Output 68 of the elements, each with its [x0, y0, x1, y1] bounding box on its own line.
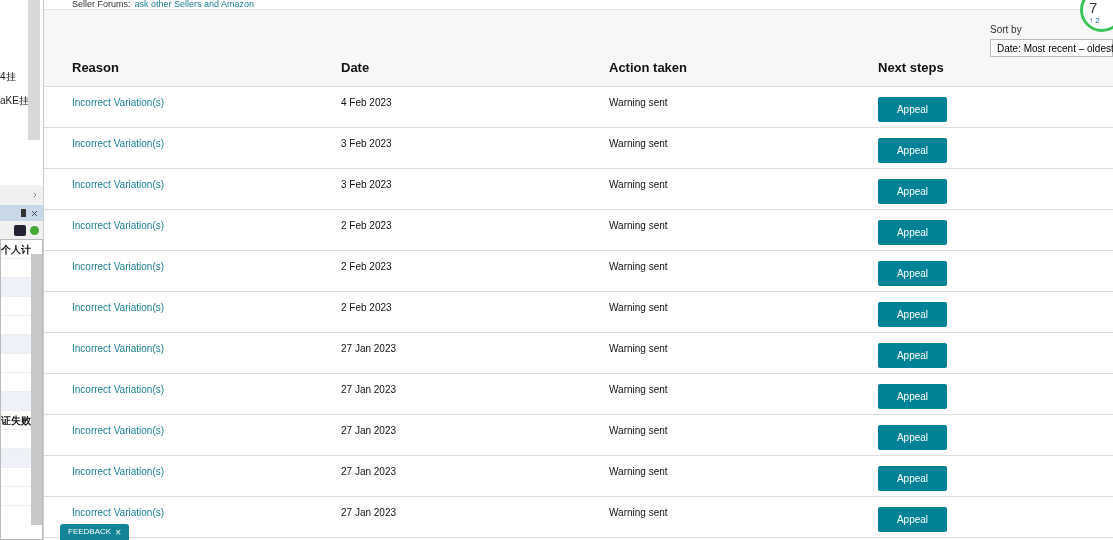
action-cell-text: Warning sent: [609, 137, 669, 151]
date-cell-text: 2 Feb 2023: [341, 260, 393, 274]
feedback-label: FEEDBACK: [68, 526, 112, 538]
action-cell-text: Warning sent: [609, 301, 669, 315]
column-header: Action taken: [609, 59, 688, 78]
chevron-right-icon[interactable]: [31, 191, 39, 199]
list-row[interactable]: [1, 392, 31, 411]
status-icon: [30, 225, 39, 235]
list-row[interactable]: [1, 278, 31, 297]
app-icon[interactable]: [14, 224, 26, 236]
reason-link[interactable]: Incorrect Variation(s): [72, 506, 341, 520]
appeal-button[interactable]: Appeal: [878, 384, 947, 409]
sort-dropdown[interactable]: Date: Most recent – oldest: [990, 39, 1113, 57]
appeal-button[interactable]: Appeal: [878, 220, 947, 245]
sort-label: Sort by: [990, 23, 1023, 37]
date-cell-text: 27 Jan 2023: [341, 424, 398, 438]
list-item-text: aKE挂: [0, 94, 28, 108]
appeal-button[interactable]: Appeal: [878, 179, 947, 204]
action-cell-text: Warning sent: [609, 465, 669, 479]
date-cell-text: 3 Feb 2023: [341, 137, 393, 151]
reason-link[interactable]: Incorrect Variation(s): [72, 96, 341, 110]
date-cell-text: 2 Feb 2023: [341, 219, 393, 233]
list-row[interactable]: [1, 335, 31, 354]
appeal-button[interactable]: Appeal: [878, 466, 947, 491]
appeal-button[interactable]: Appeal: [878, 507, 947, 532]
reason-link[interactable]: Incorrect Variation(s): [72, 137, 341, 151]
reason-link[interactable]: Incorrect Variation(s): [72, 260, 341, 274]
reason-link[interactable]: Incorrect Variation(s): [72, 424, 341, 438]
date-cell-text: 27 Jan 2023: [341, 506, 398, 520]
action-cell-text: Warning sent: [609, 260, 669, 274]
action-cell-text: Warning sent: [609, 96, 669, 110]
column-header: Date: [341, 59, 371, 78]
reason-link[interactable]: Incorrect Variation(s): [72, 219, 341, 233]
action-cell-text: Warning sent: [609, 424, 669, 438]
action-cell-text: Warning sent: [609, 178, 669, 192]
reason-link[interactable]: Incorrect Variation(s): [72, 178, 341, 192]
action-cell-text: Warning sent: [609, 383, 669, 397]
column-header: Next steps: [878, 59, 945, 78]
forum-link[interactable]: ask other Sellers and Amazon: [134, 0, 255, 9]
score-value: 7: [1089, 0, 1098, 16]
date-cell-text: 27 Jan 2023: [341, 383, 398, 397]
appeal-button[interactable]: Appeal: [878, 261, 947, 286]
appeal-button[interactable]: Appeal: [878, 343, 947, 368]
score-delta: ↑ 2: [1089, 16, 1100, 25]
pin-icon[interactable]: [21, 209, 26, 217]
reason-link[interactable]: Incorrect Variation(s): [72, 383, 341, 397]
feedback-tab[interactable]: FEEDBACK ×: [60, 524, 129, 540]
appeal-button[interactable]: Appeal: [878, 97, 947, 122]
close-icon[interactable]: [30, 208, 39, 218]
forum-label: Seller Forums:: [72, 0, 131, 9]
close-icon[interactable]: ×: [115, 524, 121, 540]
reason-link[interactable]: Incorrect Variation(s): [72, 465, 341, 479]
appeal-button[interactable]: Appeal: [878, 138, 947, 163]
date-cell-text: 27 Jan 2023: [341, 465, 398, 479]
appeal-button[interactable]: Appeal: [878, 302, 947, 327]
appeal-button[interactable]: Appeal: [878, 425, 947, 450]
reason-link[interactable]: Incorrect Variation(s): [72, 342, 341, 356]
list-item-text: 4挂: [0, 70, 17, 84]
date-cell-text: 3 Feb 2023: [341, 178, 393, 192]
list-row[interactable]: [1, 449, 31, 468]
date-cell-text: 4 Feb 2023: [341, 96, 393, 110]
date-cell-text: 2 Feb 2023: [341, 301, 393, 315]
action-cell-text: Warning sent: [609, 219, 669, 233]
action-cell-text: Warning sent: [609, 506, 669, 520]
date-cell-text: 27 Jan 2023: [341, 342, 398, 356]
action-cell-text: Warning sent: [609, 342, 669, 356]
reason-link[interactable]: Incorrect Variation(s): [72, 301, 341, 315]
column-header: Reason: [72, 59, 120, 78]
